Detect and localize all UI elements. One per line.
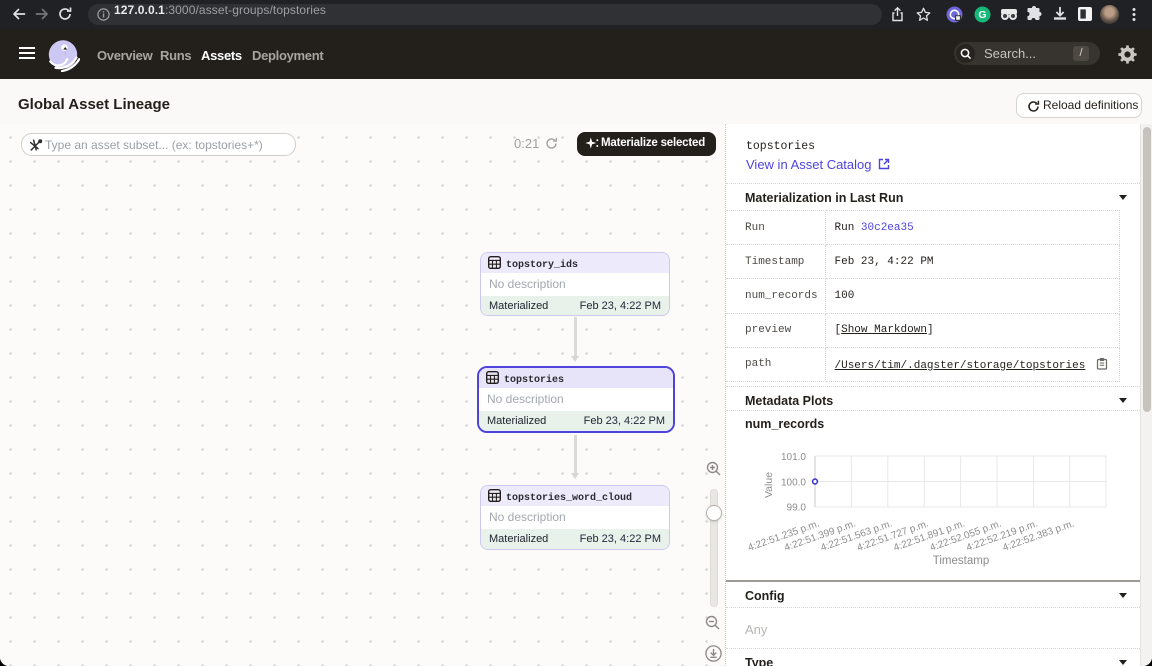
svg-text:Value: Value [763,472,775,498]
svg-text:100.0: 100.0 [781,478,806,489]
svg-text:G: G [978,9,986,21]
svg-text:101.0: 101.0 [781,452,806,463]
svg-text:Timestamp: Timestamp [933,555,989,567]
svg-text:99.0: 99.0 [787,503,807,514]
